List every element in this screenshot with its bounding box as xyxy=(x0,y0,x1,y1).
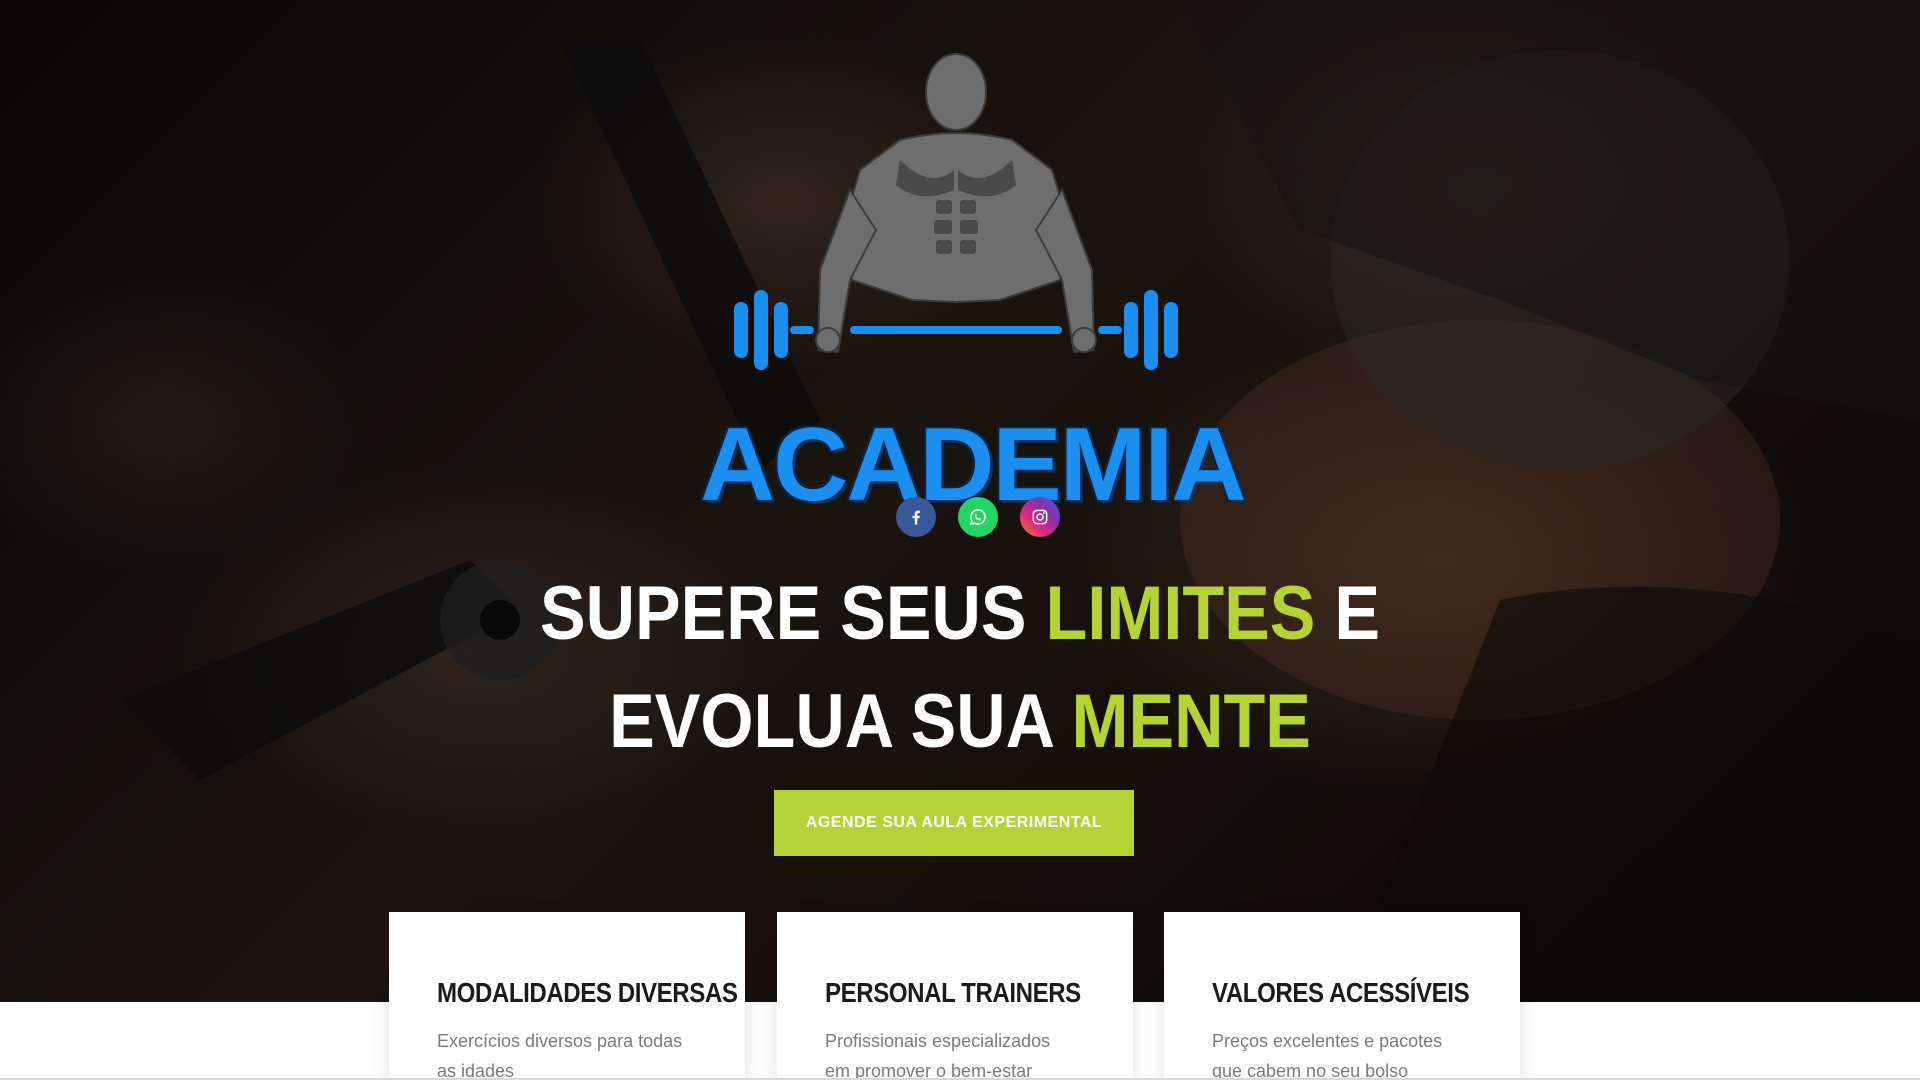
feature-card: VALORES ACESSÍVEIS Preços excelentes e p… xyxy=(1164,912,1520,1080)
headline-text: E xyxy=(1315,571,1380,656)
hero-headline: SUPERE SEUS LIMITES E EVOLUA SUA MENTE xyxy=(96,560,1824,776)
instagram-link[interactable] xyxy=(1020,497,1060,537)
feature-title: MODALIDADES DIVERSAS xyxy=(437,977,738,1008)
feature-title: VALORES ACESSÍVEIS xyxy=(1212,977,1470,1008)
headline-accent-mente: MENTE xyxy=(1071,679,1311,764)
feature-text: Exercícios diversos para todas as idades xyxy=(437,1031,683,1080)
facebook-link[interactable] xyxy=(896,497,936,537)
instagram-icon xyxy=(1032,509,1048,525)
whatsapp-icon xyxy=(969,509,986,526)
feature-card: PERSONAL TRAINERS Profissionais especial… xyxy=(777,912,1133,1080)
feature-text: Preços excelentes e pacotes que cabem no… xyxy=(1212,1031,1443,1080)
feature-cards: MODALIDADES DIVERSAS Exercícios diversos… xyxy=(0,912,1920,1080)
social-links xyxy=(0,497,1920,537)
headline-text: SUPERE SEUS xyxy=(539,571,1046,656)
feature-text: Profissionais especializados em promover… xyxy=(825,1031,1051,1080)
academia-logo: ACADEMIA xyxy=(700,40,1246,520)
schedule-trial-class-button[interactable]: AGENDE SUA AULA EXPERIMENTAL xyxy=(774,790,1134,856)
bodybuilder-barbell-icon xyxy=(734,53,1178,370)
facebook-icon xyxy=(912,510,920,525)
whatsapp-link[interactable] xyxy=(958,497,998,537)
feature-title: PERSONAL TRAINERS xyxy=(825,977,1081,1008)
headline-accent-limites: LIMITES xyxy=(1045,571,1316,656)
feature-card: MODALIDADES DIVERSAS Exercícios diversos… xyxy=(389,912,745,1080)
headline-line1: SUPERE SEUS LIMITES E xyxy=(540,571,1380,656)
headline-line2: EVOLUA SUA MENTE xyxy=(609,679,1311,764)
headline-text: EVOLUA SUA xyxy=(609,679,1072,764)
hero-section: ACADEMIA SUPERE SEUS LIMITES E EVOLUA SU… xyxy=(0,0,1920,1002)
